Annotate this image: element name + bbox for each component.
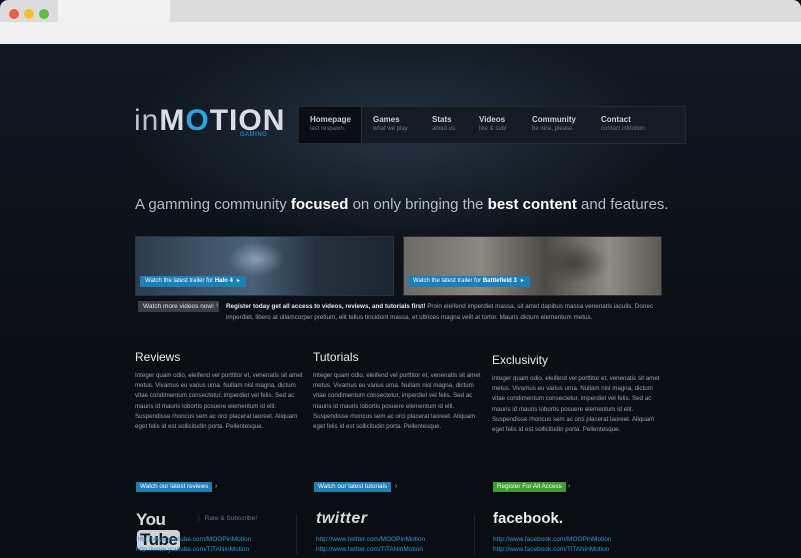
nav-item-contact[interactable]: Contact contact inMotion. bbox=[601, 107, 646, 143]
tutorials-heading: Tutorials bbox=[313, 350, 359, 364]
nav-sublabel: like & sub! bbox=[479, 126, 507, 132]
close-window-icon[interactable] bbox=[9, 9, 19, 19]
tagline: A gamming community focused on only brin… bbox=[135, 196, 669, 213]
logo-in-text: in bbox=[134, 104, 160, 137]
youtube-link-moop[interactable]: http://www.youtube.com/MOOPinMotion bbox=[136, 536, 251, 543]
nav-label: Games bbox=[373, 115, 400, 124]
twitter-link-moop[interactable]: http://www.twitter.com/MOOPinMotion bbox=[316, 536, 425, 543]
nav-sublabel: last respawn. bbox=[310, 126, 346, 132]
reviews-column: Reviews Integer quam odio, eleifend vel … bbox=[135, 349, 305, 492]
chevron-right-icon: › bbox=[568, 483, 571, 490]
chevron-right-icon: › bbox=[395, 483, 398, 490]
battlefield3-trailer-thumbnail[interactable]: Watch the latest trailer for Battlefield… bbox=[403, 236, 662, 296]
nav-sublabel: about us. bbox=[432, 126, 457, 132]
nav-sublabel: what we play. bbox=[373, 126, 409, 132]
exclusivity-column: Exclusivity Integer quam odio, eleifend … bbox=[492, 352, 662, 492]
watch-latest-tutorials-button[interactable]: Watch our latest tutorials bbox=[314, 482, 392, 492]
facebook-link-titan[interactable]: http://www.facebook.com/TiTANinMotion bbox=[493, 546, 609, 553]
maximize-window-icon[interactable] bbox=[39, 9, 49, 19]
nav-sublabel: contact inMotion. bbox=[601, 126, 647, 132]
nav-item-videos[interactable]: Videos like & sub! bbox=[479, 107, 507, 143]
youtube-logo[interactable]: YouTube bbox=[136, 510, 181, 550]
nav-label: Videos bbox=[479, 115, 506, 124]
logo-subtitle: GAMING bbox=[240, 132, 268, 138]
nav-sublabel: be nice, please. bbox=[532, 126, 575, 132]
browser-tab[interactable] bbox=[58, 0, 170, 24]
reviews-heading: Reviews bbox=[135, 350, 181, 364]
nav-item-community[interactable]: Community be nice, please. bbox=[532, 107, 576, 143]
nav-item-homepage[interactable]: Homepage last respawn. bbox=[299, 107, 362, 143]
register-all-access-button[interactable]: Register For All Access bbox=[493, 482, 566, 492]
twitter-logo[interactable]: twitter bbox=[316, 510, 368, 528]
reviews-text: Integer quam odio, eleifend vel porttito… bbox=[135, 372, 303, 431]
site-logo[interactable]: inMOTION bbox=[134, 104, 285, 144]
arrow-right-icon: ▸ bbox=[520, 278, 524, 284]
exclusivity-heading: Exclusivity bbox=[492, 353, 549, 367]
main-navigation: Homepage last respawn. Games what we pla… bbox=[298, 106, 686, 144]
facebook-link-moop[interactable]: http://www.facebook.com/MOOPinMotion bbox=[493, 536, 612, 543]
nav-item-games[interactable]: Games what we play. bbox=[373, 107, 409, 143]
minimize-window-icon[interactable] bbox=[24, 9, 34, 19]
tutorials-column: Tutorials Integer quam odio, eleifend ve… bbox=[313, 349, 483, 492]
arrow-right-icon: ▸ bbox=[236, 278, 240, 284]
nav-label: Homepage bbox=[310, 115, 351, 124]
battlefield3-trailer-link[interactable]: Watch the latest trailer for Battlefield… bbox=[408, 276, 530, 287]
halo4-trailer-link[interactable]: Watch the latest trailer for Halo 4 ▸ bbox=[140, 276, 246, 287]
twitter-link-titan[interactable]: http://www.twitter.com/TiTANinMotion bbox=[316, 546, 423, 553]
browser-toolbar bbox=[0, 22, 801, 44]
facebook-logo[interactable]: facebook. bbox=[493, 510, 563, 527]
browser-chrome bbox=[0, 0, 801, 44]
footer-divider bbox=[296, 514, 297, 554]
chevron-right-icon: › bbox=[215, 483, 218, 490]
register-text: Register today get all access to videos,… bbox=[226, 303, 653, 321]
footer-divider bbox=[474, 514, 475, 554]
nav-label: Community bbox=[532, 115, 576, 124]
exclusivity-text: Integer quam odio, eleifend vel porttito… bbox=[492, 375, 660, 434]
youtube-link-titan[interactable]: http://www.youtube.com/TiTANinMotion bbox=[136, 546, 249, 553]
youtube-subtitle: | Rate & Subscribe! bbox=[198, 515, 258, 522]
chevron-right-icon: › bbox=[216, 302, 219, 309]
nav-label: Contact bbox=[601, 115, 631, 124]
halo4-trailer-thumbnail[interactable]: Watch the latest trailer for Halo 4 ▸ bbox=[135, 236, 394, 296]
watch-more-videos-button[interactable]: Watch more videos now! bbox=[138, 301, 219, 312]
web-page: inMOTION GAMING Homepage last respawn. G… bbox=[0, 44, 801, 558]
watch-latest-reviews-button[interactable]: Watch our latest reviews bbox=[136, 482, 213, 492]
nav-label: Stats bbox=[432, 115, 452, 124]
tutorials-text: Integer quam odio, eleifend vel porttito… bbox=[313, 372, 481, 431]
nav-item-stats[interactable]: Stats about us. bbox=[432, 107, 457, 143]
